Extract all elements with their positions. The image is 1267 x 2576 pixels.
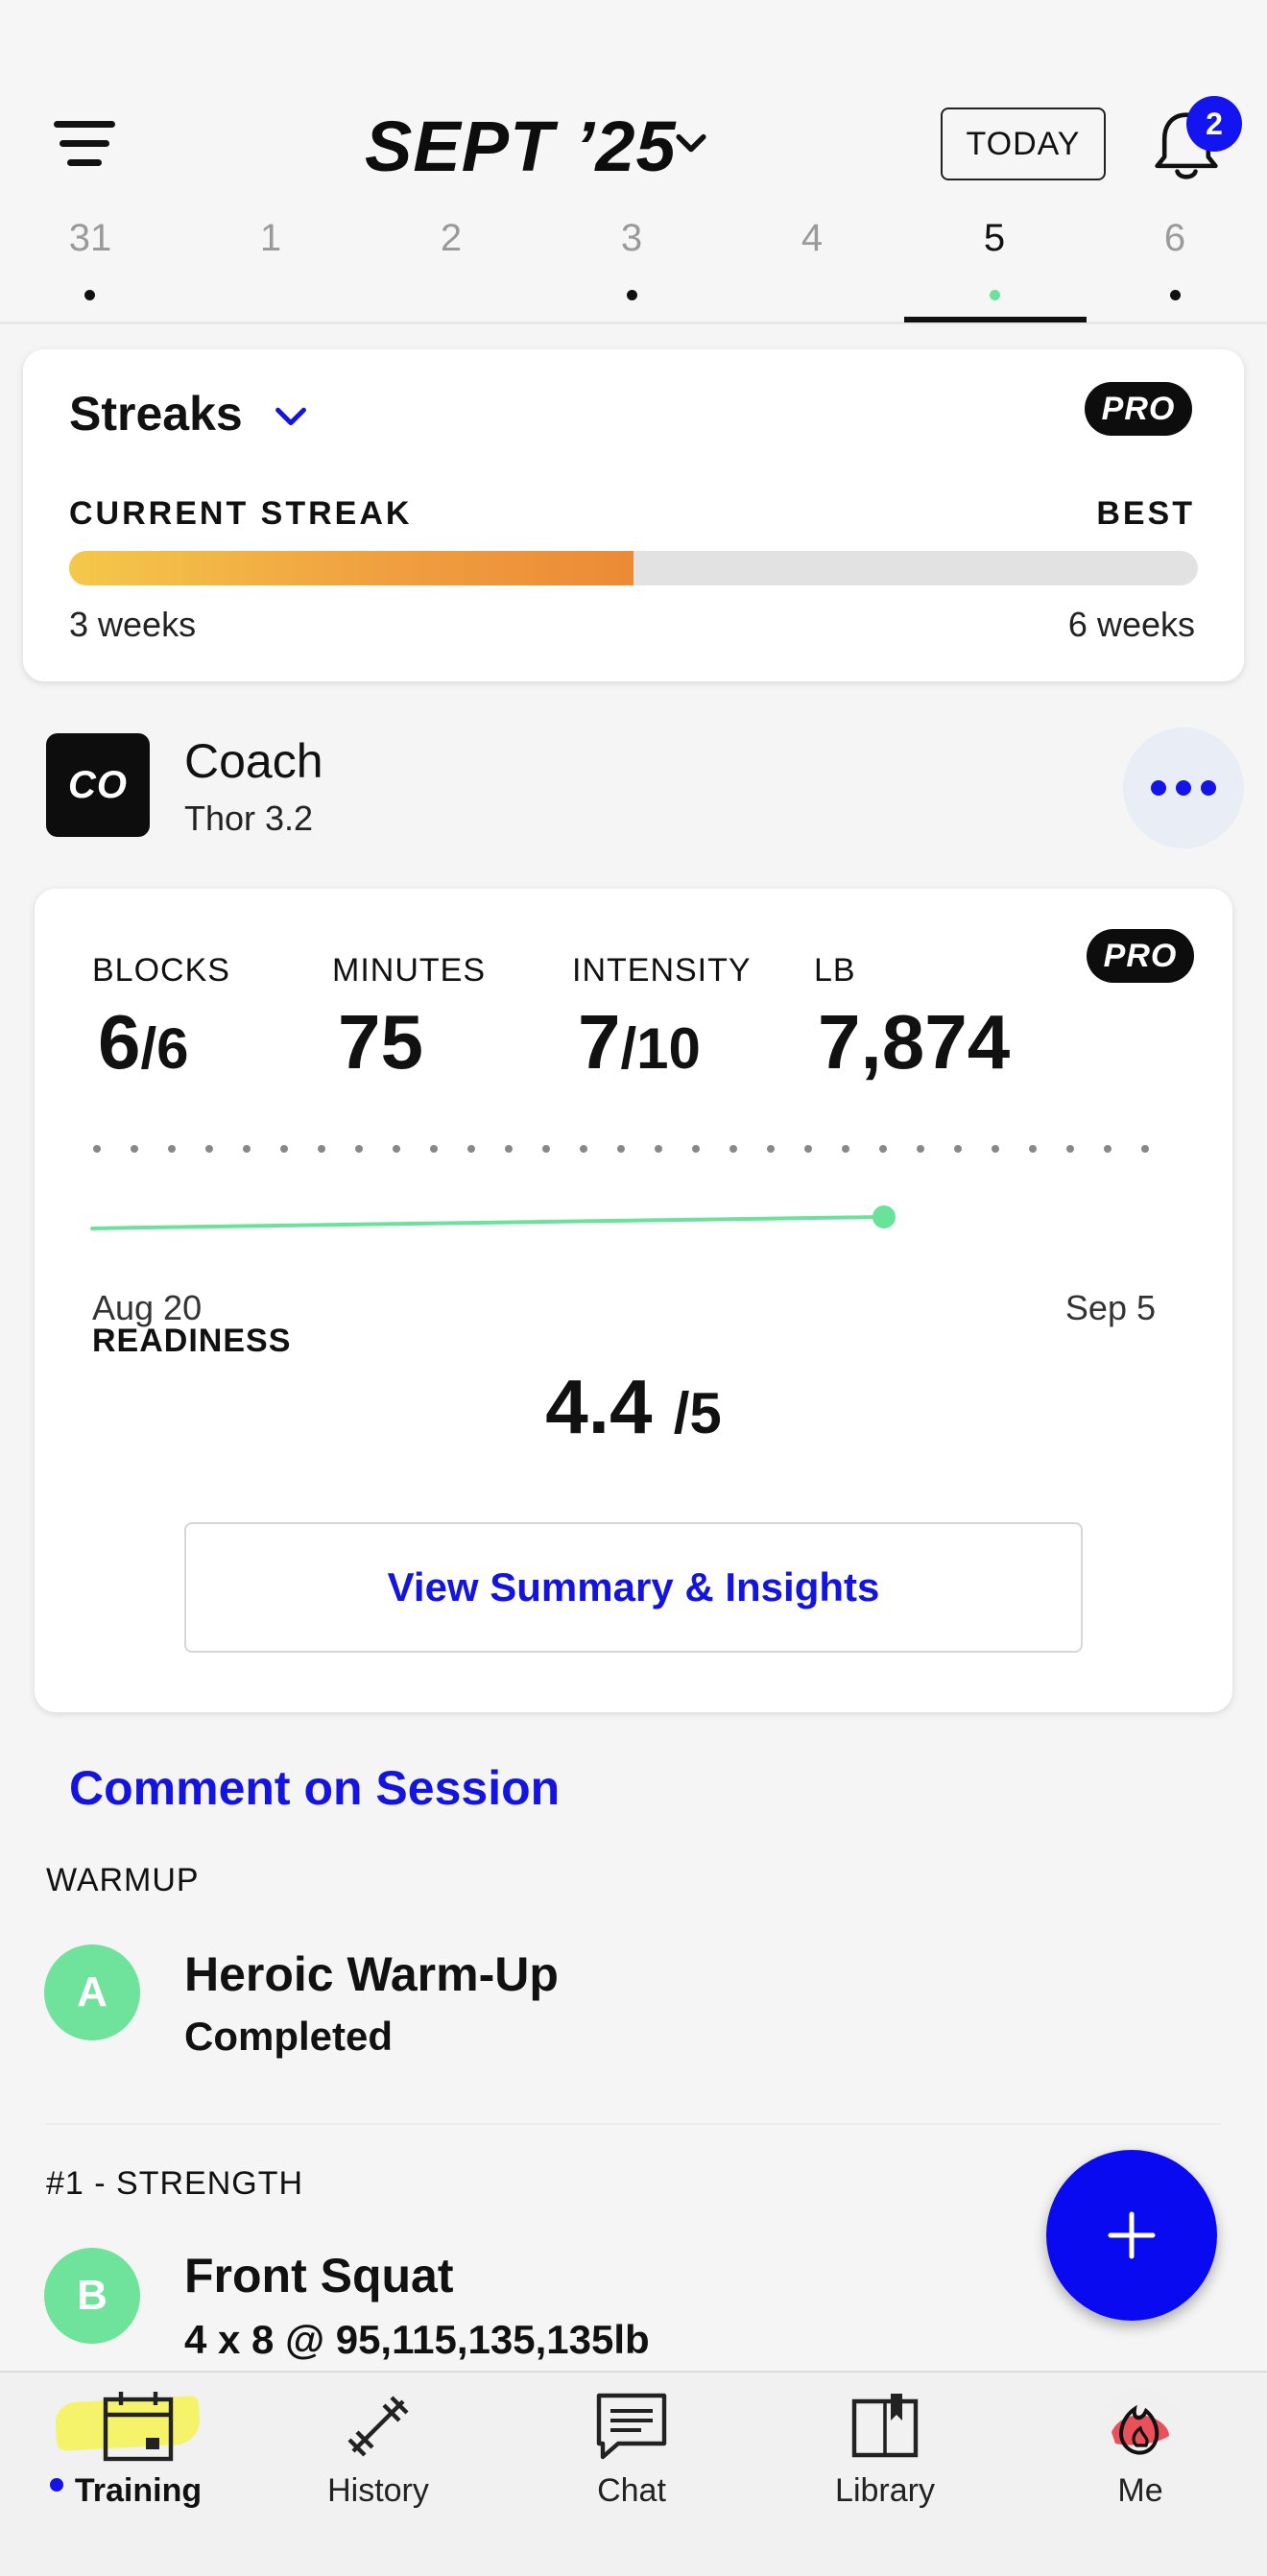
pro-badge: PRO	[1087, 929, 1194, 983]
coach-name: Coach	[184, 734, 323, 788]
barbell-icon	[347, 2396, 409, 2457]
section-label-strength: #1 - STRENGTH	[46, 2165, 304, 2202]
month-title[interactable]: SEPT ’25	[365, 106, 677, 187]
calendar-icon	[103, 2392, 174, 2462]
filter-icon[interactable]	[54, 119, 115, 169]
dot-icon	[1201, 780, 1216, 796]
pro-badge: PRO	[1085, 382, 1192, 436]
nav-label: Chat	[597, 2472, 666, 2509]
plus-icon	[1108, 2211, 1156, 2259]
view-summary-button[interactable]: View Summary & Insights	[184, 1522, 1083, 1653]
dot-icon	[1151, 780, 1166, 796]
notification-badge: 2	[1186, 96, 1242, 152]
day-dot	[1170, 290, 1181, 300]
block-letter-b: B	[44, 2248, 140, 2344]
day-dot-today	[990, 290, 1000, 300]
current-streak-value: 3 weeks	[69, 605, 197, 644]
nav-me[interactable]: Me	[1044, 2386, 1236, 2530]
profile-avatar	[1102, 2388, 1179, 2465]
divider	[46, 2123, 1221, 2125]
exercise-prescription: 4 x 8 @ 95,115,135,135lb	[184, 2317, 650, 2362]
day-1[interactable]: 1	[223, 217, 319, 260]
blocks-label: BLOCKS	[92, 952, 230, 989]
exercise-status: Completed	[184, 2014, 394, 2059]
day-5-selected[interactable]: 5	[946, 217, 1042, 260]
lb-label: LB	[814, 952, 856, 989]
streak-progress-bar	[69, 551, 1198, 585]
blocks-value: 6	[98, 999, 141, 1085]
intensity-label: INTENSITY	[572, 952, 752, 989]
today-button[interactable]: TODAY	[941, 107, 1106, 180]
day-dot	[84, 290, 95, 300]
intensity-value: 7	[578, 999, 621, 1085]
nav-label: Library	[835, 2472, 935, 2509]
nav-history[interactable]: History	[282, 2386, 474, 2530]
intensity-total: /10	[620, 1016, 701, 1081]
minutes-label: MINUTES	[332, 952, 486, 989]
blocks-total: /6	[140, 1016, 189, 1081]
trend-end-date: Sep 5	[1064, 1288, 1156, 1327]
readiness-trend-line	[90, 1205, 896, 1230]
lb-value: 7,874	[818, 999, 1011, 1085]
coach-avatar[interactable]: CO	[46, 733, 150, 837]
selected-day-indicator	[904, 317, 1087, 322]
dot-icon	[1176, 780, 1191, 796]
nav-label: Training	[74, 2472, 203, 2509]
day-dot	[627, 290, 637, 300]
comment-on-session-link[interactable]: Comment on Session	[69, 1760, 560, 1816]
readiness-total: /5	[673, 1381, 722, 1445]
coach-program: Thor 3.2	[184, 799, 314, 838]
readiness-value: 4.4	[545, 1364, 653, 1449]
chat-icon	[596, 2393, 667, 2460]
more-options-button[interactable]	[1123, 727, 1244, 848]
book-icon	[851, 2394, 919, 2458]
day-2[interactable]: 2	[403, 217, 499, 260]
chevron-down-icon[interactable]	[670, 123, 712, 165]
day-3[interactable]: 3	[584, 217, 680, 260]
best-streak-value: 6 weeks	[1067, 605, 1195, 644]
day-6[interactable]: 6	[1127, 217, 1223, 260]
chevron-down-icon[interactable]	[269, 394, 313, 438]
day-4[interactable]: 4	[764, 217, 860, 260]
exercise-title[interactable]: Front Squat	[184, 2248, 454, 2303]
readiness-stat: 4.4 /5	[0, 1363, 1267, 1451]
blocks-stat: 6/6	[98, 998, 189, 1086]
readiness-label: READINESS	[92, 1323, 292, 1359]
nav-chat[interactable]: Chat	[536, 2386, 728, 2530]
nav-label: Me	[1117, 2472, 1163, 2509]
intensity-stat: 7/10	[578, 998, 701, 1086]
best-streak-label: BEST	[1096, 495, 1195, 532]
nav-library[interactable]: Library	[789, 2386, 981, 2530]
timeline-dots	[93, 1145, 1149, 1153]
streaks-title[interactable]: Streaks	[69, 386, 243, 441]
block-letter-a: A	[44, 1944, 140, 2040]
streak-progress-fill	[69, 551, 634, 585]
current-streak-label: CURRENT STREAK	[69, 495, 413, 532]
minutes-value: 75	[338, 999, 423, 1085]
day-31[interactable]: 31	[42, 217, 138, 260]
nav-training[interactable]: Training	[42, 2386, 234, 2530]
exercise-title[interactable]: Heroic Warm-Up	[184, 1946, 559, 2002]
nav-label: History	[327, 2472, 429, 2509]
add-button[interactable]	[1046, 2150, 1217, 2321]
section-label-warmup: WARMUP	[46, 1862, 200, 1898]
